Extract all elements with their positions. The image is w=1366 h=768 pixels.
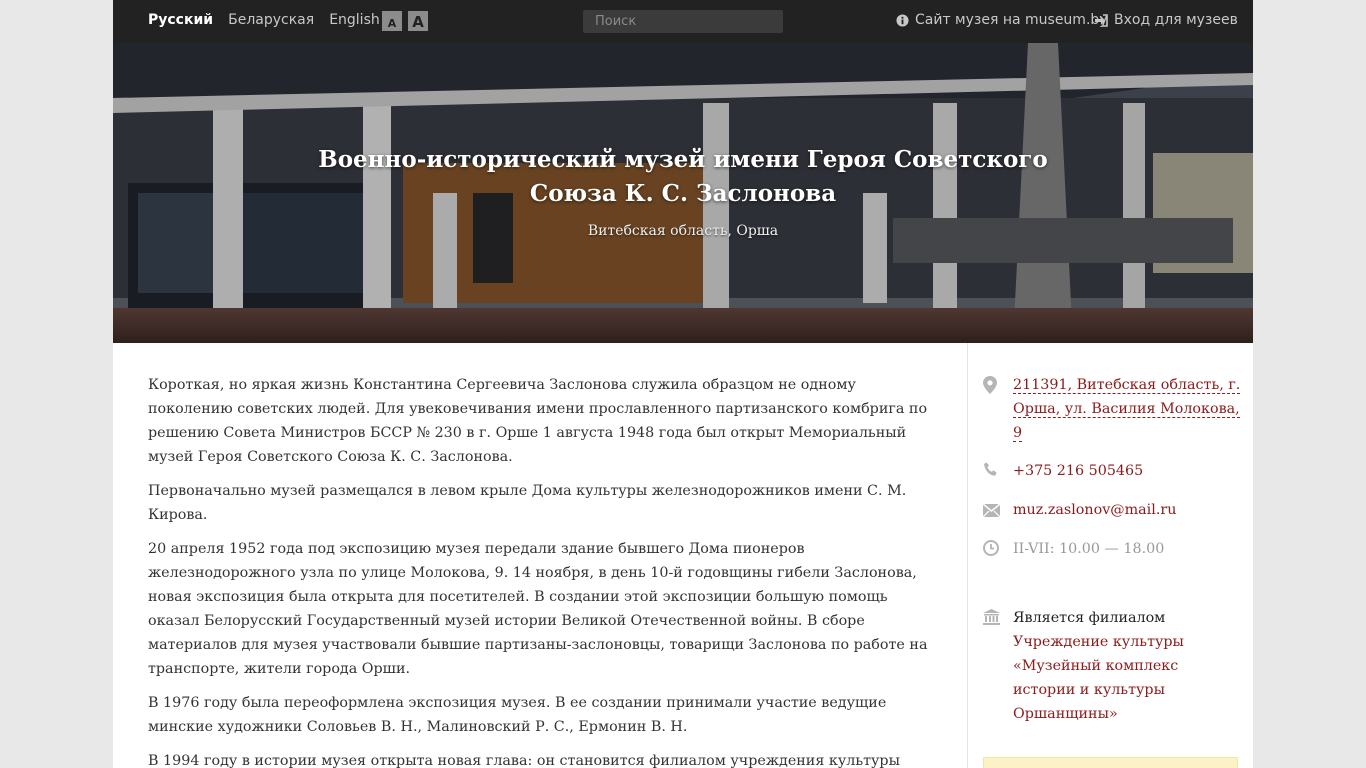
opening-hours-item: II-VII: 10.00 — 18.00 — [983, 537, 1243, 561]
museum-site-link-label: Сайт музея на museum.by — [915, 12, 1108, 28]
parent-institution-link[interactable]: Учреждение культуры «Музейный комплекс и… — [1013, 630, 1243, 726]
branch-label: Является филиалом — [1013, 610, 1166, 626]
description-paragraph: В 1976 году была переоформлена экспозици… — [148, 695, 887, 735]
phone-item: +375 216 505465 — [983, 459, 1243, 483]
clock-icon — [983, 540, 1001, 558]
font-size-controls: A A — [382, 11, 428, 31]
opening-hours: II-VII: 10.00 — 18.00 — [1013, 541, 1165, 557]
museum-title-line-2: Союза К. С. Заслонова — [529, 180, 837, 207]
museum-login-link-label: Вход для музеев — [1114, 12, 1238, 28]
museum-login-link[interactable]: Вход для музеев — [1094, 12, 1238, 28]
decrease-font-button[interactable]: A — [382, 11, 402, 31]
email-link[interactable]: muz.zaslonov@mail.ru — [1013, 502, 1176, 518]
museum-title: Военно-исторический музей имени Героя Со… — [303, 143, 1063, 211]
museum-title-line-1: Военно-исторический музей имени Героя Со… — [318, 146, 1048, 173]
branch-item: Является филиалом Учреждение культуры «М… — [983, 606, 1243, 726]
museum-icon — [983, 609, 1001, 627]
description-paragraph: 20 апреля 1952 года под экспозицию музея… — [148, 541, 928, 677]
notice-box — [983, 757, 1238, 768]
address-item: 211391, Витебская область, г. Орша, ул. … — [983, 373, 1243, 445]
hero-banner: Военно-исторический музей имени Героя Со… — [113, 43, 1253, 343]
language-switcher: Русский Беларуская English — [148, 12, 380, 28]
envelope-icon — [982, 501, 1001, 519]
description-paragraph: В 1994 году в истории музея открыта нова… — [148, 753, 900, 768]
map-pin-icon — [983, 376, 1001, 394]
info-icon — [896, 13, 909, 27]
top-bar: Русский Беларуская English A A Сайт музе… — [113, 0, 1253, 43]
sign-in-icon — [1094, 13, 1108, 27]
increase-font-button[interactable]: A — [408, 11, 428, 31]
contact-sidebar: 211391, Витебская область, г. Орша, ул. … — [982, 373, 1243, 726]
description-paragraph: Первоначально музей размещался в левом к… — [148, 483, 907, 523]
description-paragraph: Короткая, но яркая жизнь Константина Сер… — [148, 377, 928, 465]
museum-description: Короткая, но яркая жизнь Константина Сер… — [148, 373, 938, 768]
language-russian[interactable]: Русский — [148, 12, 213, 28]
address-link[interactable]: 211391, Витебская область, г. Орша, ул. … — [1013, 377, 1241, 442]
search-input[interactable] — [583, 10, 783, 33]
phone-icon — [983, 462, 1001, 480]
museum-site-link[interactable]: Сайт музея на museum.by — [896, 12, 1108, 28]
museum-region: Витебская область, Орша — [587, 223, 779, 239]
phone-link[interactable]: +375 216 505465 — [1013, 463, 1143, 479]
page: Русский Беларуская English A A Сайт музе… — [113, 0, 1253, 768]
language-belarusian[interactable]: Беларуская — [228, 12, 314, 28]
email-item: muz.zaslonov@mail.ru — [982, 498, 1243, 522]
column-divider — [967, 343, 968, 768]
language-english[interactable]: English — [329, 12, 380, 28]
